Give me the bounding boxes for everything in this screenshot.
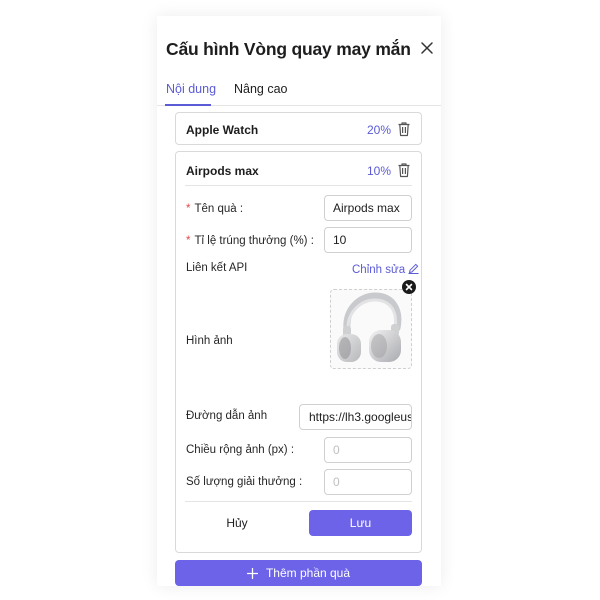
tab-content[interactable]: Nội dung: [166, 82, 216, 96]
tab-bar: Nội dung Nâng cao: [157, 66, 441, 106]
divider: [185, 185, 412, 186]
airpods-max-image: [337, 292, 402, 362]
prize-count-input[interactable]: 0: [324, 469, 412, 495]
api-link-label: Liên kết API: [186, 262, 248, 274]
add-prize-label: Thêm phần quà: [265, 566, 351, 580]
gift-name-input[interactable]: Airpods max: [324, 195, 412, 221]
close-icon[interactable]: [419, 40, 435, 56]
prize-image-upload[interactable]: [330, 289, 412, 369]
gift-name-label: * Tên quà :: [186, 203, 244, 215]
divider: [185, 501, 412, 502]
trash-icon[interactable]: [397, 162, 411, 178]
prize-name: Apple Watch: [186, 123, 259, 137]
x-circle-icon[interactable]: [402, 280, 416, 294]
win-rate-input[interactable]: 10: [324, 227, 412, 253]
win-rate-label: * Tỉ lệ trúng thưởng (%) :: [186, 235, 314, 247]
prize-count-label: Số lượng giải thưởng :: [186, 476, 303, 488]
cancel-button[interactable]: Hủy: [186, 510, 288, 536]
prize-percent: 20%: [366, 123, 391, 137]
tab-advanced[interactable]: Nâng cao: [234, 82, 288, 96]
prize-name: Airpods max: [186, 164, 259, 178]
dialog-title: Cấu hình Vòng quay may mắn: [166, 39, 411, 59]
image-url-input[interactable]: https://lh3.googleuse: [299, 404, 412, 430]
prize-item-apple-watch[interactable]: Apple Watch 20%: [175, 112, 422, 145]
add-prize-button[interactable]: Thêm phần quà: [175, 560, 422, 586]
image-width-label: Chiều rộng ảnh (px) :: [186, 444, 295, 456]
wheel-config-dialog: Cấu hình Vòng quay may mắn Nội dung Nâng…: [157, 16, 441, 586]
image-label: Hình ảnh: [186, 335, 233, 347]
pencil-icon: [408, 263, 419, 274]
prize-header[interactable]: Airpods max 10%: [176, 152, 421, 185]
prize-list: Apple Watch 20% Airpods max 10% * Tên quà…: [157, 106, 441, 586]
plus-icon: [246, 567, 258, 579]
image-url-label: Đường dẫn ảnh: [186, 410, 268, 422]
prize-item-airpods-max: Airpods max 10% * Tên quà : Airpods max *…: [175, 151, 422, 553]
prize-percent: 10%: [366, 164, 391, 178]
trash-icon[interactable]: [397, 121, 411, 137]
edit-api-link[interactable]: Chỉnh sửa: [352, 263, 419, 276]
image-width-input[interactable]: 0: [324, 437, 412, 463]
save-button[interactable]: Lưu: [309, 510, 412, 536]
